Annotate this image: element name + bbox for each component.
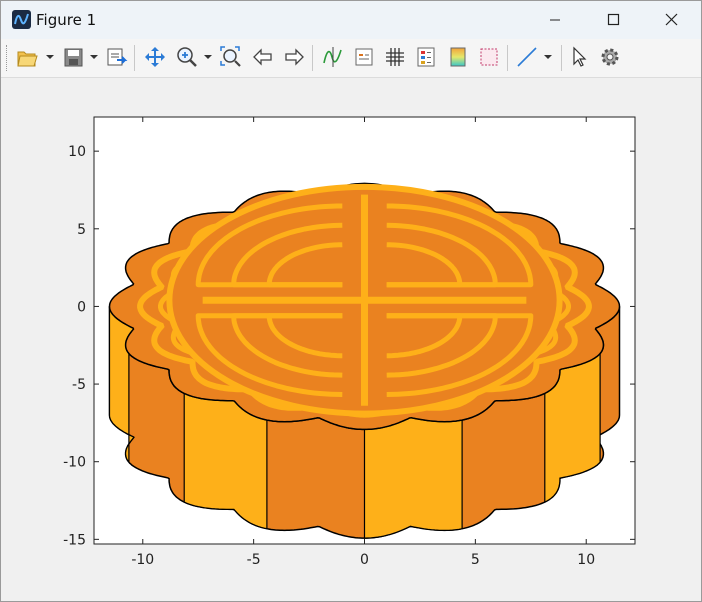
colorbar-button[interactable] [446,45,470,69]
y-tick-label: 0 [77,299,86,315]
toolbar-separator [134,45,135,71]
x-tick-label: -10 [131,552,154,568]
title-bar: Figure 1 [1,1,701,39]
y-tick-label: -10 [63,455,86,471]
axes[interactable]: -10 -5 0 5 10 10 5 0 -5 -10 -15 [1,78,701,601]
zoom-fit-button[interactable] [219,45,243,69]
close-icon [665,13,678,26]
y-tick-label: -5 [72,377,86,393]
line-icon [517,47,552,67]
grid-button[interactable] [383,45,407,69]
arrow-right-icon [285,48,304,66]
toolbar-separator [507,45,508,71]
zoom-in-icon [177,47,212,67]
folder-open-icon [17,51,54,67]
y-tick-label: -15 [63,532,86,548]
line-style-button[interactable] [515,45,557,69]
maximize-icon [607,13,620,26]
toolbar-grip[interactable] [6,45,10,71]
toolbar-separator [312,45,313,71]
minimize-icon [550,19,560,21]
x-tick-label: 5 [471,552,480,568]
export-button[interactable] [105,45,129,69]
x-tick-label: -5 [247,552,261,568]
zoom-fit-icon [220,46,241,67]
arrow-left-icon [253,48,272,66]
select-button[interactable] [567,45,591,69]
legend-icon [355,48,373,66]
axes-box-icon [480,48,498,66]
close-button[interactable] [642,1,700,39]
legend-button[interactable] [352,45,376,69]
y-tick-label: 10 [68,144,86,160]
back-button[interactable] [251,45,275,69]
axes-box-button[interactable] [477,45,501,69]
legend-box-icon [417,47,435,67]
matlab-icon [12,10,31,29]
minimize-button[interactable] [526,1,584,39]
save-button[interactable] [62,45,102,69]
toolbar-separator [561,45,562,71]
figure-canvas: -10 -5 0 5 10 10 5 0 -5 -10 -15 [1,78,701,601]
x-tick-label: 10 [577,552,595,568]
x-tick-label: 0 [360,552,369,568]
figure-toolbar [1,39,701,78]
cursor-arrow-icon [573,46,587,67]
grid-icon [386,48,404,66]
settings-button[interactable] [598,45,622,69]
move-arrows-icon [145,47,165,67]
figure-window: Figure 1 -10 -5 0 5 10 10 5 0 -5 -10 -15 [0,0,702,602]
mooncake-drawing [108,182,621,539]
cake-side-band [363,416,463,539]
open-file-button[interactable] [15,45,57,69]
export-icon [107,48,128,66]
maximize-button[interactable] [584,1,642,39]
pan-button[interactable] [143,45,167,69]
forward-button[interactable] [282,45,306,69]
colorbar-icon [450,47,466,67]
floppy-icon [64,48,98,67]
zoom-in-button[interactable] [175,45,217,69]
gear-icon [601,48,619,66]
y-tick-label: 5 [77,222,86,238]
data-cursor-icon [323,47,342,67]
insert-legend-button[interactable] [414,45,438,69]
window-title: Figure 1 [36,11,97,29]
data-cursor-button[interactable] [321,45,345,69]
